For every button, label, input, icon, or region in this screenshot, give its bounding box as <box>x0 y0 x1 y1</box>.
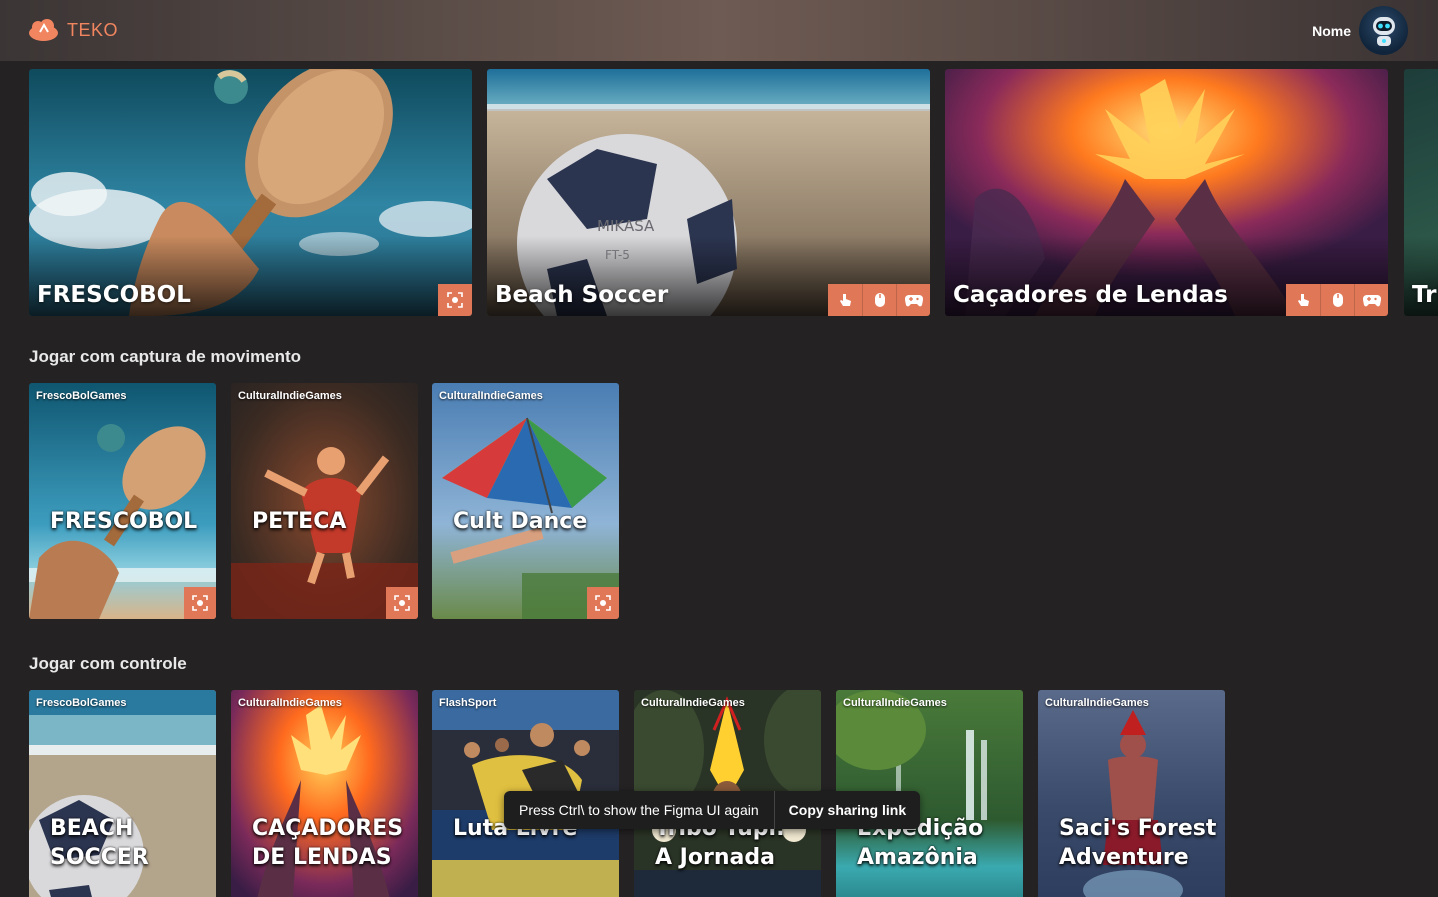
user-menu[interactable]: Nome <box>1312 6 1408 55</box>
input-modes <box>1286 284 1388 316</box>
studio-name: FrescoBolGames <box>36 390 127 402</box>
input-modes <box>828 284 930 316</box>
cult-dance-cover <box>432 383 619 619</box>
studio-name: CulturalIndieGames <box>238 390 342 402</box>
game-card[interactable]: CulturalIndieGames Saci's Forest Adventu… <box>1038 690 1225 897</box>
featured-title: Caçadores de Lendas <box>953 282 1228 308</box>
studio-name: FlashSport <box>439 697 497 709</box>
game-card[interactable]: FrescoBolGames BEACH SOCCER <box>29 690 216 897</box>
peteca-cover <box>231 383 418 619</box>
studio-name: CulturalIndieGames <box>1045 697 1149 709</box>
featured-title: Beach Soccer <box>495 282 669 308</box>
game-title: BEACH SOCCER <box>50 814 149 872</box>
top-header: TEKO Nome <box>0 0 1438 61</box>
mouse-icon[interactable] <box>1320 284 1354 316</box>
studio-name: CulturalIndieGames <box>238 697 342 709</box>
svg-text:MIKASA: MIKASA <box>597 217 655 235</box>
motion-capture-icon[interactable] <box>386 587 418 619</box>
featured-card[interactable]: MIKASA FT-5 Beach Soccer <box>487 69 930 316</box>
game-title-line: Adventure <box>1059 845 1189 870</box>
touch-icon[interactable] <box>1286 284 1320 316</box>
brand-name: TEKO <box>67 19 119 40</box>
gamepad-icon[interactable] <box>896 284 930 316</box>
game-title: PETECA <box>252 509 347 534</box>
featured-carousel: FRESCOBOL MIKASA FT-5 Beach Soccer <box>29 69 1438 316</box>
motion-capture-icon[interactable] <box>438 284 472 316</box>
featured-card[interactable]: Tri <box>1404 69 1438 316</box>
section-title-motion: Jogar com captura de movimento <box>29 347 302 366</box>
game-title-line: Saci's Forest <box>1059 816 1217 841</box>
game-title: Saci's Forest Adventure <box>1059 814 1216 872</box>
game-title-line: CAÇADORES <box>252 816 404 841</box>
gamepad-icon[interactable] <box>1354 284 1388 316</box>
game-title-line: BEACH <box>50 816 134 841</box>
motion-capture-icon[interactable] <box>184 587 216 619</box>
game-title-line: A Jornada <box>655 845 775 870</box>
game-title: Cult Dance <box>453 509 588 534</box>
featured-title: Tri <box>1412 282 1438 308</box>
brand-logo[interactable]: TEKO <box>28 18 118 42</box>
studio-name: FrescoBolGames <box>36 697 127 709</box>
section-title-controller: Jogar com controle <box>29 654 187 673</box>
frescobol-cover <box>29 383 216 619</box>
game-card[interactable]: FrescoBolGames FRESCOBOL <box>29 383 216 619</box>
game-card[interactable]: CulturalIndieGames CAÇADORES DE LENDAS <box>231 690 418 897</box>
input-modes <box>438 284 472 316</box>
game-title-line: DE LENDAS <box>252 845 392 870</box>
game-title-line: Amazônia <box>857 845 978 870</box>
touch-icon[interactable] <box>828 284 862 316</box>
game-card[interactable]: CulturalIndieGames PETECA <box>231 383 418 619</box>
featured-card[interactable]: FRESCOBOL <box>29 69 472 316</box>
toast-message: Press Ctrl\ to show the Figma UI again <box>519 802 759 818</box>
studio-name: CulturalIndieGames <box>843 697 947 709</box>
featured-card[interactable]: Caçadores de Lendas <box>945 69 1388 316</box>
robot-avatar-icon[interactable] <box>1359 6 1408 55</box>
copy-sharing-link-button[interactable]: Copy sharing link <box>773 791 920 829</box>
motion-capture-icon[interactable] <box>587 587 619 619</box>
studio-name: CulturalIndieGames <box>641 697 745 709</box>
game-card[interactable]: CulturalIndieGames Cult Dance <box>432 383 619 619</box>
game-title: FRESCOBOL <box>50 509 198 534</box>
featured-title: FRESCOBOL <box>37 282 191 308</box>
figma-toast: Press Ctrl\ to show the Figma UI again C… <box>504 791 921 829</box>
mouse-icon[interactable] <box>862 284 896 316</box>
cloud-logo-icon <box>29 19 58 41</box>
user-name: Nome <box>1312 22 1351 39</box>
studio-name: CulturalIndieGames <box>439 390 543 402</box>
game-title-line: SOCCER <box>50 845 149 870</box>
game-title: CAÇADORES DE LENDAS <box>252 814 403 872</box>
